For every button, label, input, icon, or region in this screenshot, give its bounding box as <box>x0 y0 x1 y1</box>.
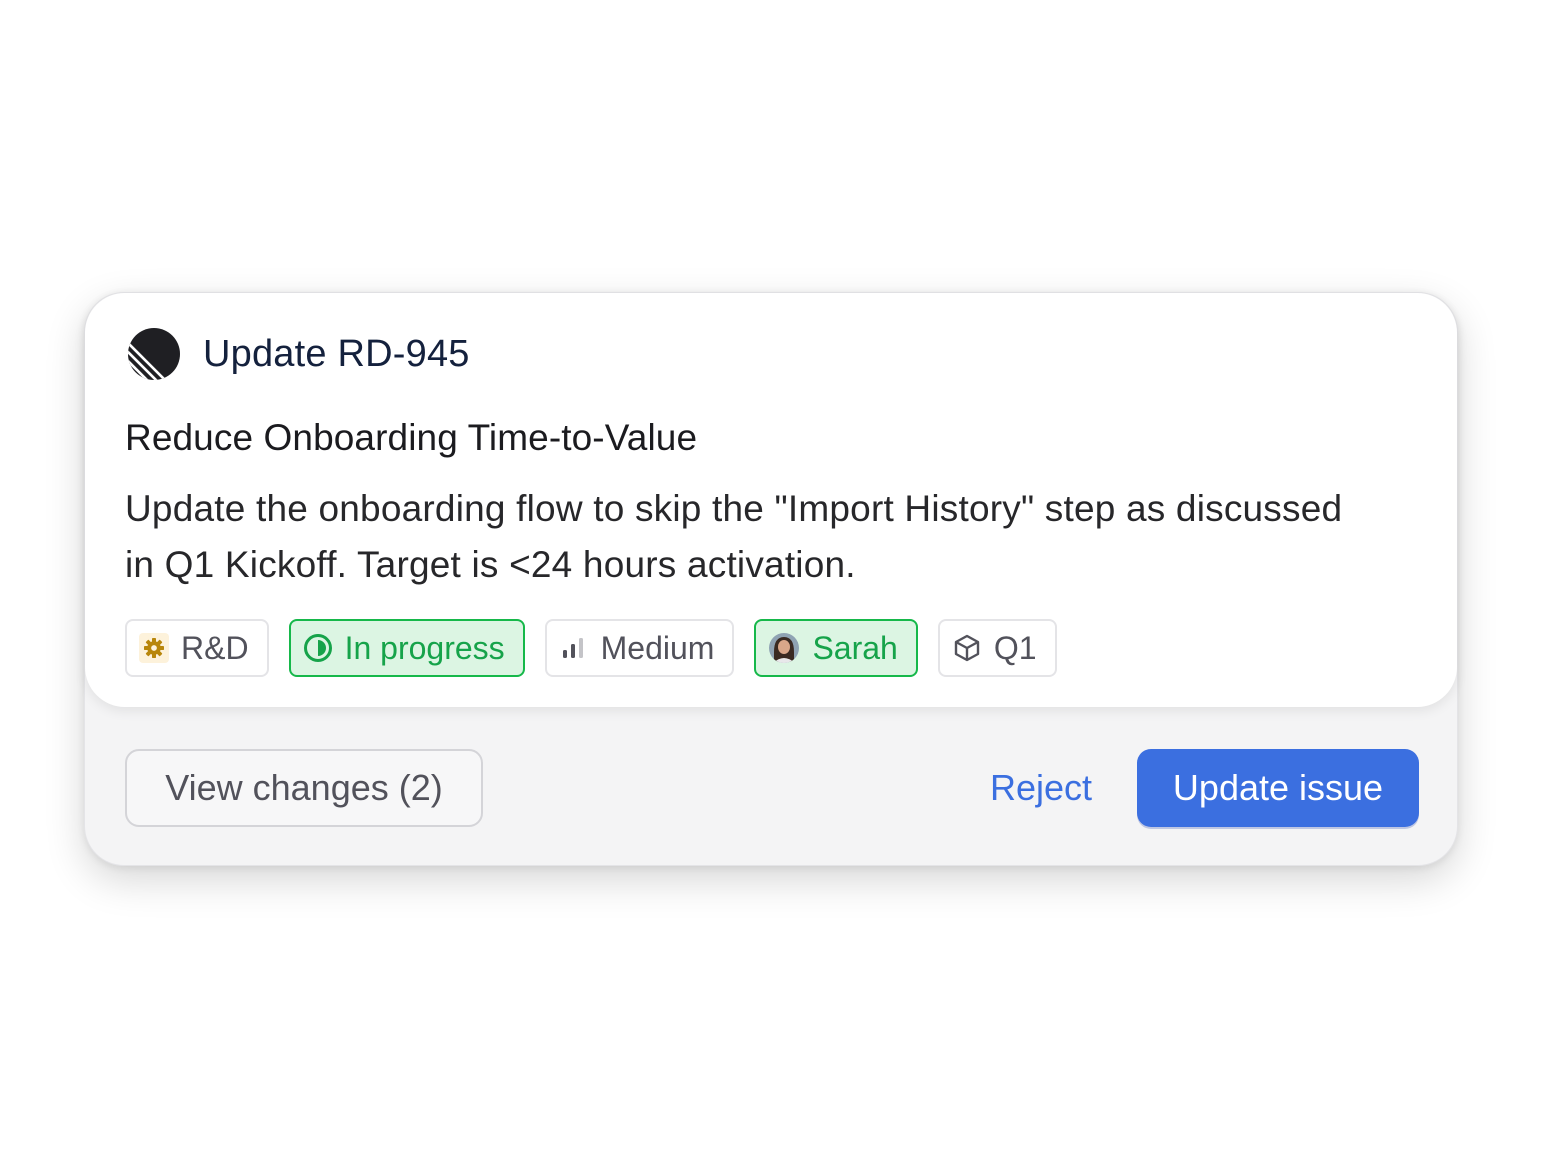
reject-button[interactable]: Reject <box>965 749 1117 827</box>
gear-icon-container <box>139 633 169 663</box>
team-chip-label: R&D <box>181 629 249 666</box>
half-circle-status-icon <box>303 634 332 662</box>
cube-icon <box>954 634 980 662</box>
card-header-title: Update RD-945 <box>203 332 470 375</box>
assignee-chip[interactable]: Sarah <box>754 619 918 677</box>
signal-bars-icon <box>562 638 583 658</box>
view-changes-button[interactable]: View changes (2) <box>125 749 483 827</box>
issue-title: Reduce Onboarding Time-to-Value <box>125 417 698 458</box>
assignee-chip-label: Sarah <box>812 629 898 666</box>
issue-properties: R&D In progress Medium Sarah Q1 <box>125 619 1057 677</box>
team-chip[interactable]: R&D <box>125 619 269 677</box>
cycle-chip[interactable]: Q1 <box>937 619 1057 677</box>
card-header: Update RD-945 <box>127 327 470 381</box>
issue-panel: Update RD-945 Reduce Onboarding Time-to-… <box>85 293 1457 707</box>
status-chip[interactable]: In progress <box>288 619 525 677</box>
update-issue-button[interactable]: Update issue <box>1137 749 1419 827</box>
status-chip-label: In progress <box>344 629 505 666</box>
linear-logo-icon <box>128 328 180 380</box>
issue-update-card: Update RD-945 Reduce Onboarding Time-to-… <box>84 292 1458 866</box>
priority-chip[interactable]: Medium <box>544 619 735 677</box>
gear-icon <box>144 638 164 658</box>
avatar <box>769 633 800 663</box>
priority-chip-label: Medium <box>600 629 715 666</box>
cycle-chip-label: Q1 <box>993 629 1037 666</box>
issue-description: Update the onboarding flow to skip the "… <box>125 488 1343 585</box>
